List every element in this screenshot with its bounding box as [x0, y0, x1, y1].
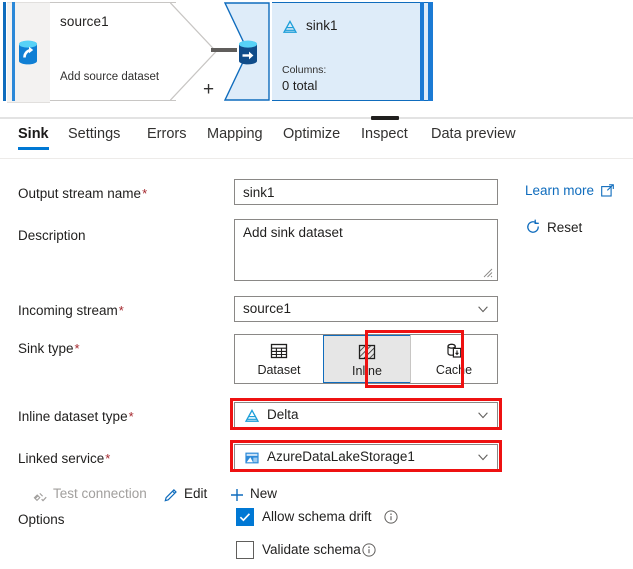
linked-service-label: Linked service* — [18, 451, 110, 466]
azure-storage-icon — [245, 452, 259, 464]
delta-lake-icon — [282, 20, 298, 33]
description-label: Description — [18, 228, 86, 243]
validate-schema-label: Validate schema — [262, 542, 361, 557]
pencil-icon — [164, 489, 177, 502]
sink-columns-value: 0 total — [282, 78, 318, 93]
sink-type-option-inline[interactable]: Inline — [323, 335, 411, 383]
linked-service-value: AzureDataLakeStorage1 — [267, 449, 415, 464]
sink-type-label-text: Sink type — [18, 341, 74, 356]
inline-dataset-type-label-text: Inline dataset type — [18, 409, 128, 424]
chevron-down-icon — [478, 306, 488, 313]
checkmark-icon — [239, 513, 251, 522]
settings-tab-bar: Sink Settings Errors Mapping Optimize In… — [0, 126, 633, 158]
source-node[interactable]: source1 Add source dataset — [0, 2, 222, 103]
cache-database-icon — [447, 343, 462, 358]
tab-optimize[interactable]: Optimize — [283, 126, 340, 150]
panel-divider — [0, 117, 633, 119]
diagonal-hatch-icon — [358, 344, 376, 360]
validate-schema-checkbox[interactable] — [236, 541, 254, 559]
dataflow-canvas: source1 Add source dataset + sink1 Colum… — [0, 0, 633, 108]
sink-edge-bar-inner — [420, 2, 424, 101]
chevron-down-icon — [478, 454, 488, 461]
refresh-circle-icon — [527, 219, 539, 233]
inline-dataset-type-label: Inline dataset type* — [18, 409, 134, 424]
tab-settings[interactable]: Settings — [68, 126, 120, 150]
source-node-subtitle: Add source dataset — [60, 71, 160, 83]
sink-type-label: Sink type* — [18, 341, 80, 356]
incoming-stream-dropdown[interactable]: source1 — [234, 296, 498, 322]
allow-schema-drift-label: Allow schema drift — [262, 509, 372, 524]
required-marker: * — [74, 341, 80, 356]
chevron-down-icon — [478, 412, 488, 419]
sink-edge-bar-outer — [428, 2, 433, 101]
allow-schema-drift-checkbox[interactable] — [236, 508, 254, 526]
tab-sink[interactable]: Sink — [18, 126, 49, 150]
panel-splitter-handle[interactable] — [371, 116, 399, 120]
sink-database-icon — [239, 40, 257, 65]
sink-type-option-dataset[interactable]: Dataset — [235, 335, 323, 383]
sink-node[interactable]: sink1 Columns: 0 total — [224, 2, 433, 101]
required-marker: * — [105, 451, 111, 466]
sink-type-inline-label: Inline — [352, 364, 382, 378]
source-edge-bar-inner — [12, 2, 15, 101]
add-stream-button[interactable]: + — [203, 80, 214, 99]
plus-icon — [231, 489, 243, 501]
tab-inspect[interactable]: Inspect — [361, 126, 408, 150]
sink-type-option-group: Dataset Inline Cache — [234, 334, 498, 384]
info-icon[interactable] — [362, 543, 376, 557]
required-marker: * — [128, 409, 134, 424]
reset-button-label: Reset — [547, 220, 583, 235]
sink-type-option-cache[interactable]: Cache — [411, 335, 497, 383]
linked-service-label-text: Linked service — [18, 451, 105, 466]
tab-bar-underline — [0, 158, 633, 159]
source-node-title: source1 — [60, 14, 109, 29]
inline-dataset-type-dropdown[interactable]: Delta — [234, 402, 498, 428]
description-textarea[interactable] — [234, 219, 498, 281]
sink-type-cache-label: Cache — [435, 363, 473, 377]
tab-mapping[interactable]: Mapping — [207, 126, 263, 150]
delta-lake-icon — [244, 409, 260, 422]
new-linked-service-button[interactable]: New — [250, 486, 277, 501]
linked-service-dropdown[interactable]: AzureDataLakeStorage1 — [234, 444, 498, 470]
source-database-icon — [19, 40, 37, 65]
options-label: Options — [18, 512, 65, 527]
inline-dataset-type-value: Delta — [267, 407, 299, 422]
edit-linked-service-button[interactable]: Edit — [184, 486, 207, 501]
tab-errors[interactable]: Errors — [147, 126, 186, 150]
required-marker: * — [118, 303, 124, 318]
source-edge-bar-outer — [3, 2, 6, 101]
learn-more-link[interactable]: Learn more — [525, 183, 594, 198]
sink-type-dataset-label: Dataset — [257, 363, 301, 377]
output-stream-name-label: Output stream name* — [18, 186, 147, 201]
table-grid-icon — [270, 343, 288, 359]
sink-columns-label: Columns: — [282, 64, 327, 76]
required-marker: * — [142, 186, 148, 201]
test-connection-button[interactable]: Test connection — [53, 486, 147, 501]
plug-check-icon — [33, 493, 47, 502]
incoming-stream-label-text: Incoming stream — [18, 303, 118, 318]
external-link-icon[interactable] — [601, 184, 614, 197]
sink-node-title: sink1 — [306, 18, 338, 33]
info-icon[interactable] — [384, 510, 398, 524]
output-stream-name-input[interactable] — [234, 179, 498, 205]
incoming-stream-value: source1 — [243, 301, 292, 316]
incoming-stream-label: Incoming stream* — [18, 303, 124, 318]
output-stream-name-label-text: Output stream name — [18, 186, 142, 201]
tab-data-preview[interactable]: Data preview — [431, 126, 516, 150]
